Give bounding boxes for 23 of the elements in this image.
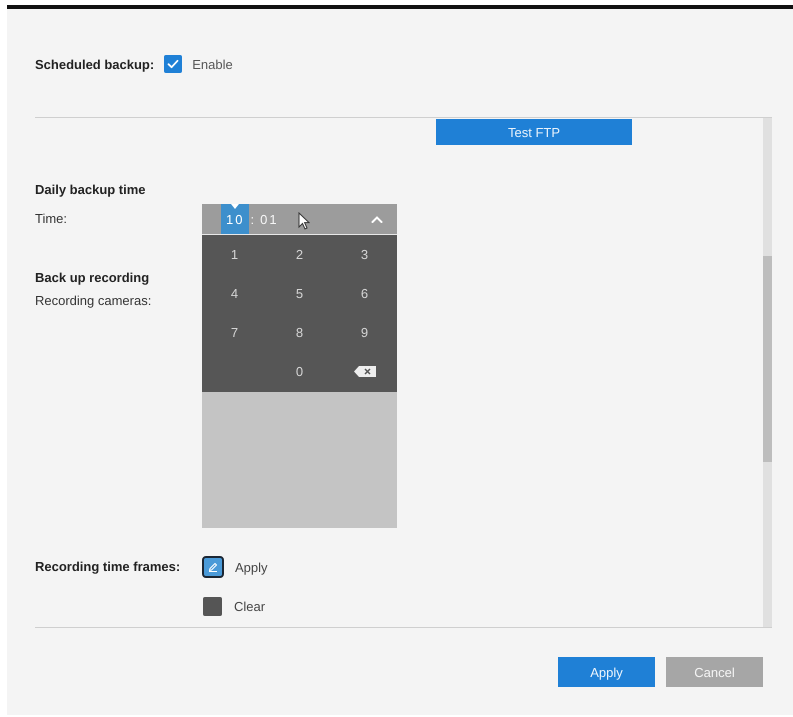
tool-option[interactable]: Clear bbox=[202, 595, 268, 617]
checkbox[interactable] bbox=[164, 55, 182, 73]
field-label: Recording cameras: bbox=[35, 292, 152, 310]
backspace-icon bbox=[354, 366, 376, 377]
tool-option[interactable]: Apply bbox=[202, 556, 268, 578]
mouse-cursor-icon bbox=[298, 212, 310, 230]
field-label: Recording time frames: bbox=[35, 558, 182, 576]
apply-button[interactable]: Apply bbox=[558, 657, 655, 687]
caret-icon[interactable] bbox=[371, 216, 383, 223]
field-label: Time: bbox=[35, 210, 68, 228]
scrollbar-thumb[interactable] bbox=[763, 256, 772, 462]
time-segment[interactable]: 01 bbox=[255, 204, 284, 234]
test-ftp-button[interactable]: Test FTP bbox=[436, 119, 632, 145]
section-heading: Back up recording bbox=[35, 269, 150, 287]
scrollbar[interactable] bbox=[763, 118, 772, 627]
pointer-icon bbox=[231, 204, 240, 209]
checkbox-label[interactable]: Enable bbox=[192, 56, 233, 72]
checkmark-icon bbox=[167, 59, 180, 69]
time-field[interactable]: 10 : 01 bbox=[202, 204, 397, 235]
field-label: Scheduled backup: bbox=[35, 56, 154, 72]
section-heading: Daily backup time bbox=[35, 181, 146, 199]
time-segment[interactable]: 10 bbox=[221, 204, 250, 234]
time-separator: : bbox=[249, 210, 256, 228]
